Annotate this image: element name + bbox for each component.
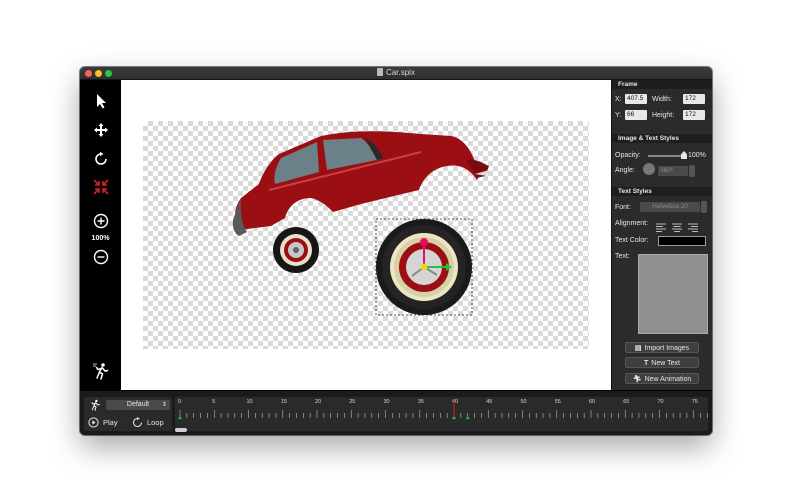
new-text-label: New Text [651,360,680,367]
y-field[interactable]: 66 [625,110,647,120]
align-right-icon [688,223,698,232]
play-button[interactable]: Play [88,416,118,428]
text-color-well[interactable] [658,236,706,246]
zoom-out-button[interactable] [80,246,121,268]
back-wheel-image[interactable] [273,227,319,273]
keyframe-marker[interactable] [452,416,456,419]
zoom-out-icon [93,249,108,265]
opacity-slider[interactable] [648,151,687,159]
text-t-icon: T [644,360,649,367]
image-text-styles-header: Image & Text Styles [612,134,712,143]
chevron-updown-icon: ⇕ [161,402,167,408]
move-icon [93,123,108,137]
car-body-image[interactable] [232,131,489,236]
height-label: Height: [652,112,675,119]
width-label: Width: [652,96,672,103]
timeline-track[interactable]: 0 5 10 15 20 25 30 35 40 45 50 55 60 65 70 75 [175,397,708,431]
play-label: Play [103,417,118,427]
title-bar: Car.spix [80,67,712,80]
angle-label: Angle: [615,167,635,174]
image-icon: ▤ [634,345,642,352]
timeline-scrollbar[interactable] [175,428,187,432]
play-icon [88,416,99,428]
animation-select-value: Default [126,401,150,408]
font-stepper[interactable] [701,201,707,213]
loop-icon [132,416,143,427]
text-label: Text: [615,253,630,260]
align-right-button[interactable] [688,219,698,232]
rotate-tool-button[interactable] [80,148,121,170]
zoom-in-button[interactable] [80,210,121,232]
text-styles-header: Text Styles [612,187,712,196]
frame-section-header: Frame [612,80,712,89]
new-animation-label: New Animation [644,376,692,383]
keyframe-marker[interactable] [465,416,470,419]
y-label: Y: [615,112,622,119]
align-center-button[interactable] [672,219,682,232]
font-label: Font: [615,204,631,211]
opacity-slider-knob[interactable] [681,151,687,159]
document-icon [377,68,384,76]
width-field[interactable]: 172 [683,94,705,104]
align-center-icon [672,223,682,232]
select-arrow-icon [96,94,106,109]
loop-label: Loop [147,417,164,427]
canvas-area[interactable] [121,80,611,390]
loop-button[interactable]: Loop [132,416,164,428]
car-illustration[interactable] [121,80,611,390]
tool-sidebar: 100% [80,80,121,390]
window-title: Car.spix [386,68,415,77]
angle-dial[interactable] [643,163,655,175]
font-field[interactable]: Helvetica 20 [640,202,700,212]
zoom-in-icon [93,213,108,229]
x-field[interactable]: 407.5 [625,94,647,104]
scale-tool-button[interactable] [80,176,121,198]
new-text-button[interactable]: T New Text [625,357,699,368]
angle-field[interactable]: 360° [658,166,688,176]
x-label: X: [615,96,622,103]
opacity-label: Opacity: [615,152,641,159]
alignment-label: Alignment: [615,220,649,227]
timeline-panel: Default ⇕ Play Loop 0 5 10 15 20 25 30 35 40 45 50… [80,390,712,435]
select-tool-button[interactable] [80,90,121,112]
walking-figure-icon: 🏃︎ [632,376,642,383]
move-tool-button[interactable] [80,119,121,141]
import-images-label: Import Images [644,345,690,352]
walking-figure-icon [92,363,108,380]
opacity-value: 100% [688,152,706,159]
timeline-ruler[interactable] [175,397,708,431]
keyframe-marker[interactable] [178,416,182,419]
playback-controls: Default ⇕ Play Loop [84,397,172,431]
zoom-level-label: 100% [91,235,110,242]
animation-select[interactable]: Default ⇕ [106,400,170,410]
animation-mode-button[interactable] [80,360,121,382]
height-field[interactable]: 172 [683,110,705,120]
inspector-panel: Frame X: 407.5 Width: 172 Y: 66 Height: … [611,80,712,390]
text-color-label: Text Color: [615,237,649,244]
align-left-button[interactable] [656,219,666,232]
scale-icon [92,179,109,195]
app-window: Car.spix 100% Frame X: 407.5 Width: 172 … [80,67,712,435]
rotate-icon [94,151,107,165]
align-left-icon [656,223,666,232]
text-area[interactable] [638,254,708,334]
new-animation-button[interactable]: 🏃︎ New Animation [625,373,699,384]
walking-figure-icon [91,399,100,411]
window-title-container: Car.spix [80,67,712,79]
import-images-button[interactable]: ▤ Import Images [625,342,699,353]
angle-stepper[interactable] [689,165,695,177]
